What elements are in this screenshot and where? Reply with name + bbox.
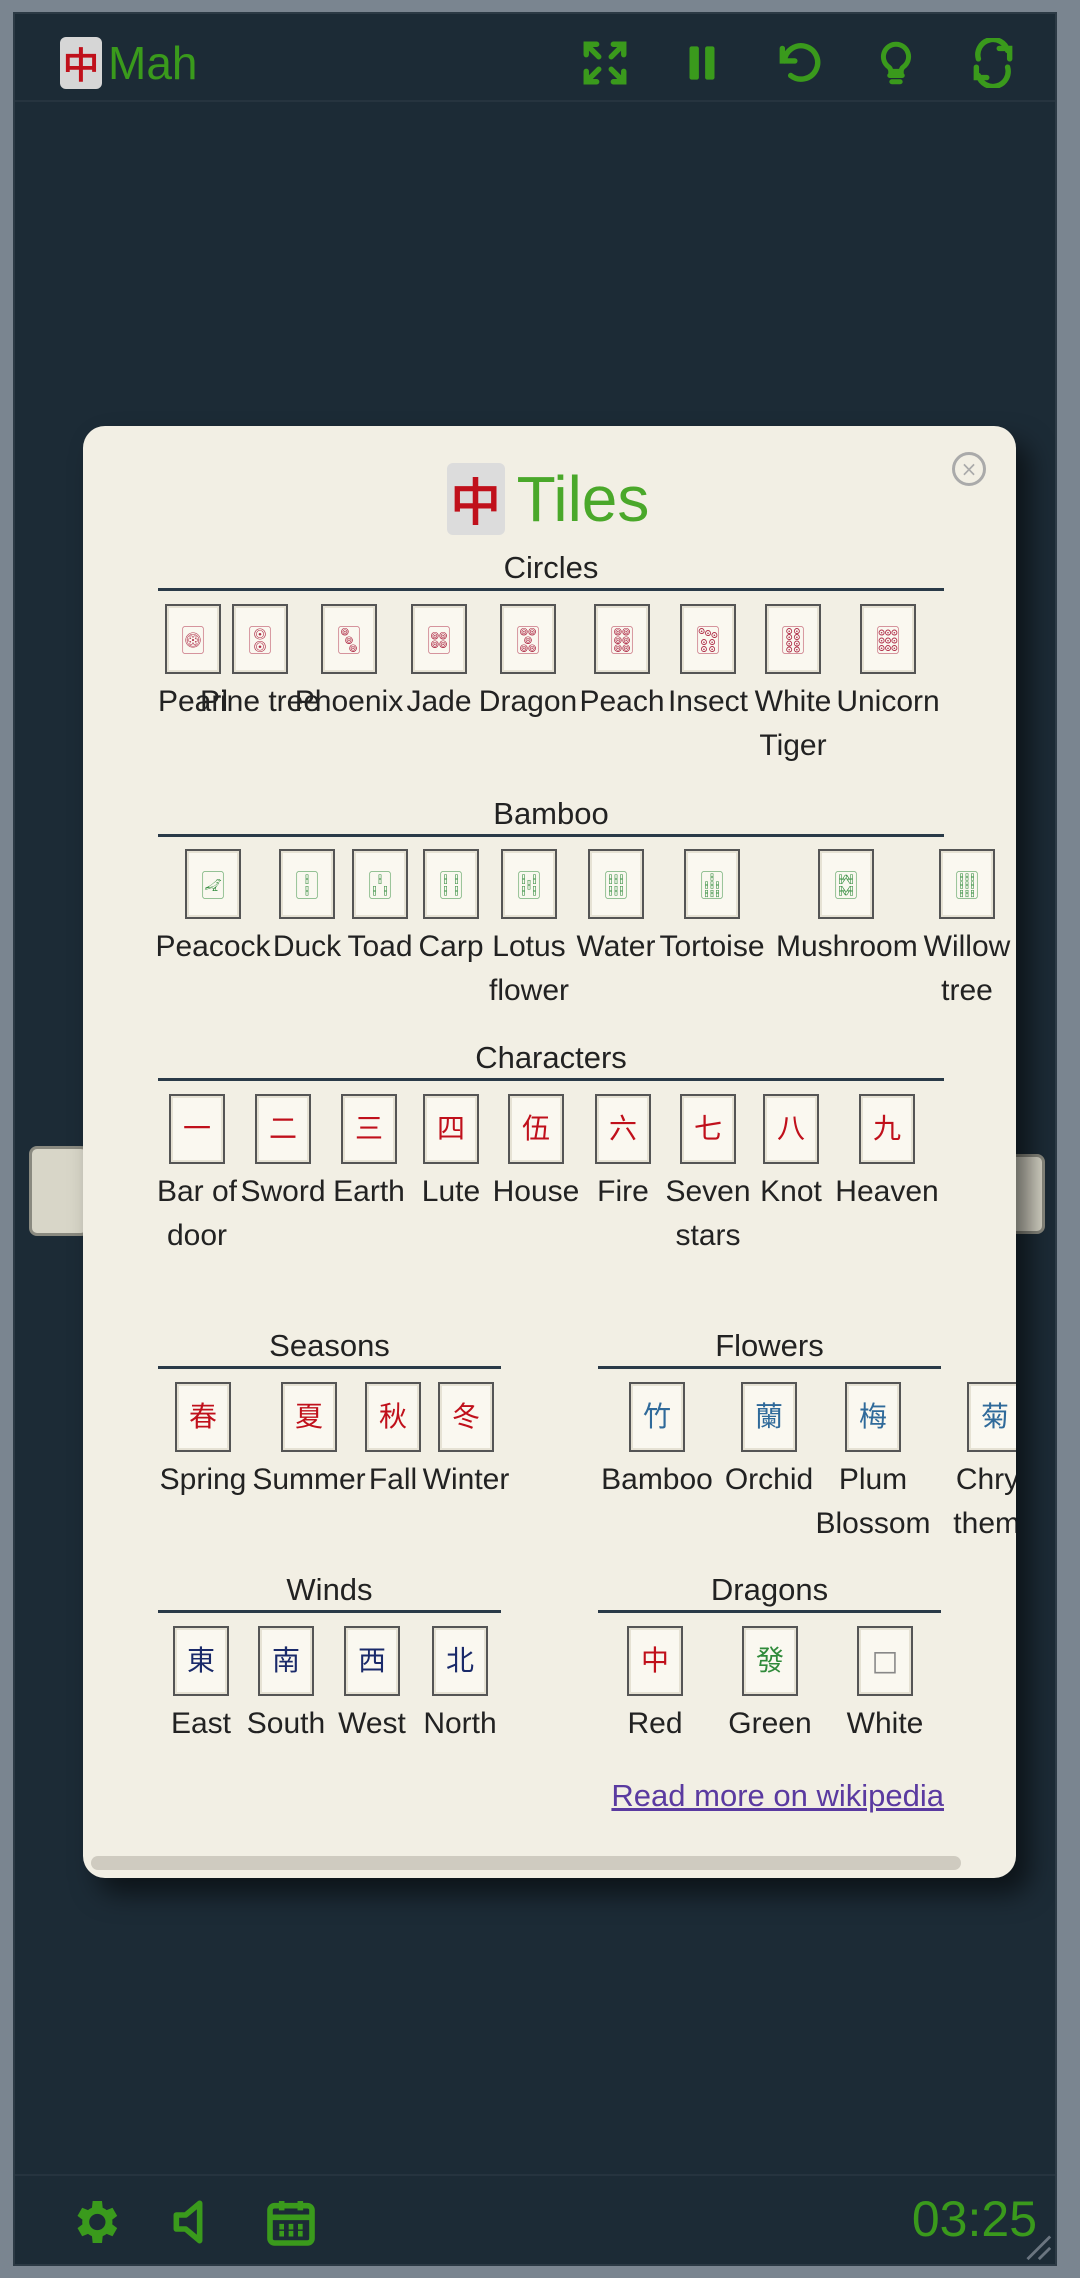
fullscreen-icon — [583, 41, 626, 85]
tile-bamboo-mushroom: 🀗 Mushroom — [776, 849, 918, 969]
tile-bamboo-willow-tree: 🀘 Willow tree — [897, 849, 1016, 1013]
tile-face-icon: 九 — [859, 1094, 915, 1164]
tiles-dialog: × 中 Tiles Circles Bamboo Characters Seas… — [83, 426, 1016, 1878]
section-heading-flowers: Flowers — [598, 1328, 941, 1369]
undo-icon — [779, 43, 820, 82]
title-tile-icon: 中 — [446, 463, 505, 535]
pause-button[interactable] — [653, 38, 750, 88]
tile-flowers-chrys-themu: 菊 Chrys themu — [925, 1382, 1016, 1546]
tile-face-icon: 🀐 — [185, 849, 241, 919]
tile-dragons-white: □ White — [815, 1626, 955, 1746]
app-title: Mah — [108, 37, 198, 89]
tile-face-icon: 中 — [627, 1626, 683, 1696]
bottom-toolbar: 03:25 — [15, 2174, 1055, 2264]
tile-face-icon: 🀖 — [684, 849, 740, 919]
dialog-title: 中 Tiles — [83, 462, 1013, 536]
section-heading-characters: Characters — [158, 1040, 944, 1081]
sound-icon[interactable] — [167, 2194, 223, 2250]
tile-flowers-plum-blossom: 梅 Plum Blossom — [803, 1382, 943, 1546]
horizontal-scrollbar[interactable] — [91, 1856, 961, 1870]
tile-face-icon: 蘭 — [741, 1382, 797, 1452]
tile-face-icon: 🀗 — [818, 849, 874, 919]
section-heading-circles: Circles — [158, 550, 944, 591]
tile-face-icon: 🀡 — [860, 604, 916, 674]
tile-bamboo-tortoise: 🀖 Tortoise — [642, 849, 782, 969]
tile-label: North — [423, 1707, 497, 1740]
tile-face-icon: 🀕 — [588, 849, 644, 919]
tile-seasons-winter: 冬 Winter — [396, 1382, 536, 1502]
tile-face-icon: 春 — [175, 1382, 231, 1452]
undo-button[interactable] — [750, 38, 847, 88]
wikipedia-link[interactable]: Read more on wikipedia — [611, 1778, 944, 1814]
tile-label: Winter — [422, 1463, 510, 1496]
tile-face-icon: 🀠 — [765, 604, 821, 674]
tile-face-icon: 菊 — [967, 1382, 1016, 1452]
tile-face-icon: 竹 — [629, 1382, 685, 1452]
tile-face-icon: 北 — [432, 1626, 488, 1696]
dialog-title-text: Tiles — [516, 463, 650, 535]
hint-bulb-icon — [880, 41, 911, 85]
resize-handle-icon[interactable] — [1019, 2228, 1053, 2262]
gear-icon[interactable] — [67, 2194, 123, 2250]
fullscreen-button[interactable] — [556, 38, 653, 88]
tile-label: Mushroom — [776, 930, 918, 963]
tile-label: White — [846, 1707, 924, 1740]
tile-label: Heaven — [835, 1175, 939, 1208]
tile-characters-heaven: 九 Heaven — [817, 1094, 957, 1214]
section-heading-bamboo: Bamboo — [158, 796, 944, 837]
game-window: 中 Mah 03:25 × 中 Tiles Circles Bamboo Cha… — [13, 12, 1057, 2266]
tile-label: Plum Blossom — [815, 1463, 931, 1540]
tile-label: Tortoise — [659, 930, 765, 963]
top-toolbar: 中 Mah — [15, 14, 1055, 102]
tile-winds-north: 北 North — [390, 1626, 530, 1746]
calendar-icon[interactable] — [263, 2194, 319, 2250]
app-logo: 中 Mah — [60, 36, 197, 90]
shuffle-button[interactable] — [944, 38, 1041, 88]
tile-label: Willow tree — [923, 930, 1011, 1007]
board-tile[interactable] — [29, 1146, 89, 1236]
tile-circles-unicorn: 🀡 Unicorn — [818, 604, 958, 724]
tile-label: Chrys themu — [953, 1463, 1016, 1540]
logo-tile-icon: 中 — [60, 37, 102, 89]
tile-face-icon: 🀘 — [939, 849, 995, 919]
tile-face-icon: 🀝 — [500, 604, 556, 674]
pause-icon — [689, 46, 714, 80]
section-heading-dragons: Dragons — [598, 1572, 941, 1613]
tile-face-icon: □ — [857, 1626, 913, 1696]
hint-button[interactable] — [847, 38, 944, 88]
tile-face-icon: 八 — [763, 1094, 819, 1164]
section-heading-winds: Winds — [158, 1572, 501, 1613]
section-heading-seasons: Seasons — [158, 1328, 501, 1369]
tile-face-icon: 冬 — [438, 1382, 494, 1452]
tile-label: Unicorn — [836, 685, 940, 718]
tile-face-icon: 梅 — [845, 1382, 901, 1452]
tile-face-icon: 發 — [742, 1626, 798, 1696]
shuffle-icon — [973, 38, 1012, 88]
